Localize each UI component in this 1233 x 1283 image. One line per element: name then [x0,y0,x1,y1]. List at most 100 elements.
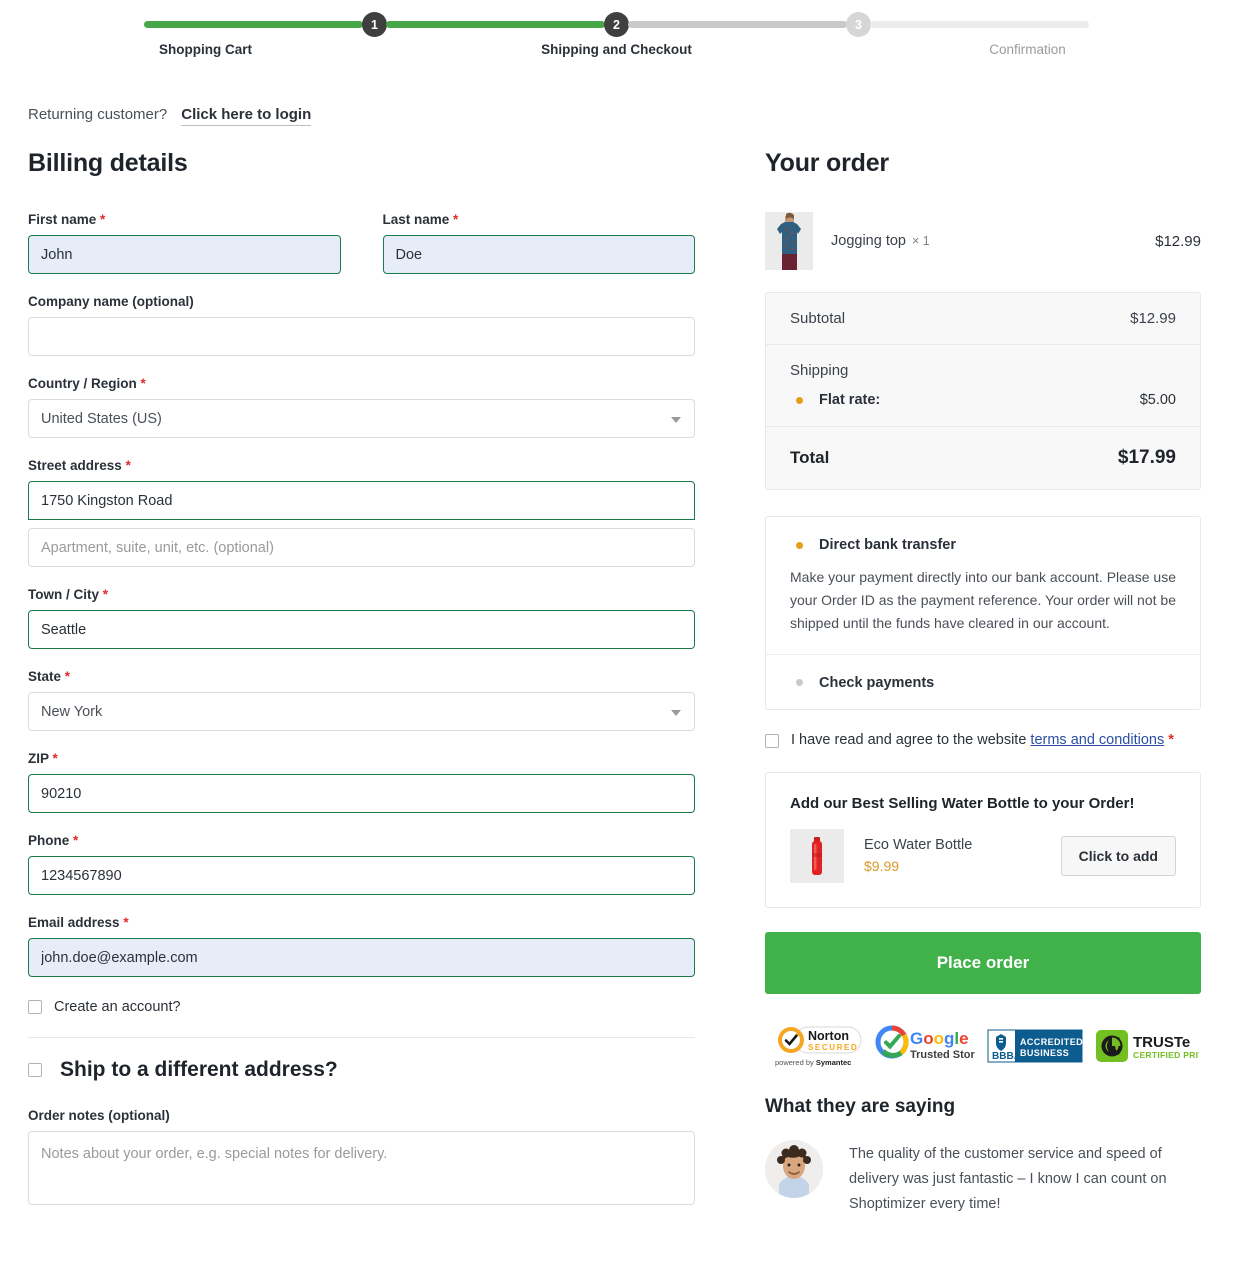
last-name-label-text: Last name [382,212,450,227]
stepper-node-1[interactable]: 1 [362,12,387,37]
svg-text:ACCREDITED: ACCREDITED [1020,1037,1083,1047]
zip-label: ZIP * [28,751,695,766]
country-select[interactable] [28,399,695,438]
required-asterisk: * [453,212,459,227]
last-name-field-group: Last name * [382,212,696,274]
terms-agreement-row[interactable]: I have read and agree to the website ter… [765,732,1201,748]
payment-method-bank-transfer[interactable]: Direct bank transfer Make your payment d… [766,517,1200,655]
required-asterisk: * [73,833,79,848]
flat-rate-label: Flat rate: [819,392,881,408]
city-input[interactable] [28,610,695,649]
required-asterisk: * [64,669,71,684]
returning-customer-bar: Returning customer? Click here to login [0,70,1233,126]
order-notes-label: Order notes (optional) [28,1108,170,1123]
stepper-label-shopping-cart: Shopping Cart [159,42,252,57]
stepper-node-2[interactable]: 2 [604,12,629,37]
total-row: Total $17.99 [766,427,1200,489]
apartment-input[interactable] [28,528,695,567]
phone-field-group: Phone * [28,833,695,895]
street-address-field-group: Street address * [28,458,695,567]
upsell-title: Add our Best Selling Water Bottle to you… [790,794,1135,812]
svg-text:powered by Symantec: powered by Symantec [775,1058,851,1067]
testimonial-block: The quality of the customer service and … [765,1139,1201,1217]
stepper-track: 1 2 3 [144,12,1089,37]
flat-rate-option[interactable]: Flat rate: $5.00 [790,392,1176,408]
bank-transfer-label: Direct bank transfer [819,537,956,553]
state-select-wrap [28,692,695,731]
first-name-field-group: First name * [28,212,341,274]
email-input[interactable] [28,938,695,977]
last-name-input[interactable] [382,235,695,274]
email-field-group: Email address * [28,915,695,977]
required-asterisk: * [100,212,106,227]
check-payments-radio-icon[interactable] [796,679,803,687]
state-field-group: State * [28,669,695,731]
country-label-text: Country / Region [28,376,137,391]
last-name-label: Last name * [383,212,696,227]
first-name-label: First name * [28,212,341,227]
form-divider [28,1037,695,1038]
stepper-label-shipping-checkout: Shipping and Checkout [541,42,692,57]
state-label: State * [28,669,695,684]
testimonial-avatar [765,1139,823,1198]
payment-methods-list: Direct bank transfer Make your payment d… [765,516,1201,710]
zip-field-group: ZIP * [28,751,695,813]
company-label: Company name (optional) [28,294,194,309]
payment-method-check-payments[interactable]: Check payments [766,655,1200,709]
country-label: Country / Region * [28,376,695,391]
street-address-label: Street address * [28,458,695,473]
order-line-item: Jogging top × 1 $12.99 [765,212,1201,270]
returning-customer-prompt: Returning customer? [28,106,168,123]
subtotal-label: Subtotal [790,310,846,327]
truste-certified-privacy-badge: TRUSTe CERTIFIED PRIVACY [1096,1029,1199,1062]
ship-different-address-label: Ship to a different address? [60,1058,338,1081]
terms-checkbox[interactable] [765,733,779,748]
bank-transfer-head[interactable]: Direct bank transfer [790,537,1176,553]
check-payments-head[interactable]: Check payments [790,675,1176,691]
create-account-label: Create an account? [54,999,181,1015]
upsell-product-info: Eco Water Bottle $9.99 [864,837,972,874]
first-name-input[interactable] [28,235,341,274]
ship-different-address-checkbox[interactable] [28,1063,42,1077]
state-label-text: State [28,669,62,684]
order-notes-textarea[interactable] [28,1131,695,1205]
jogging-top-image [765,212,813,270]
stepper-node-3[interactable]: 3 [846,12,871,37]
zip-input[interactable] [28,774,695,813]
bbb-accredited-business-badge: BBB. ACCREDITED BUSINESS [987,1029,1083,1063]
create-account-checkbox[interactable] [28,1000,42,1014]
company-input[interactable] [28,317,695,356]
bank-transfer-radio-icon[interactable] [796,541,803,549]
stepper-label-confirmation: Confirmation [989,42,1066,57]
place-order-button[interactable]: Place order [765,931,1201,994]
svg-text:Trusted Store: Trusted Store [910,1049,975,1061]
eco-water-bottle-thumbnail [790,828,844,883]
street-address-label-text: Street address [28,458,122,473]
flat-rate-radio-icon[interactable] [796,396,803,404]
stepper-bar-1a [144,21,363,28]
total-amount: $17.99 [1117,447,1176,468]
svg-text:SECURED: SECURED [808,1043,858,1052]
email-label: Email address * [28,915,695,930]
company-field-group: Company name (optional) [28,294,695,356]
order-summary-column: Your order Jogging top × 1 $12.99 Subtot… [765,123,1201,1217]
city-label-text: Town / City [28,587,99,602]
first-name-label-text: First name [28,212,97,227]
create-account-row[interactable]: Create an account? [28,999,695,1015]
svg-text:CERTIFIED PRIVACY: CERTIFIED PRIVACY [1133,1050,1199,1060]
terms-and-conditions-link[interactable]: terms and conditions [1030,732,1164,748]
google-trusted-store-badge: Google Trusted Store [875,1025,975,1061]
required-asterisk: * [125,458,131,473]
subtotal-amount: $12.99 [1130,310,1176,327]
shipping-row: Shipping Flat rate: $5.00 [766,345,1200,427]
email-label-text: Email address [28,915,120,930]
upsell-product-row: Eco Water Bottle $9.99 Click to add [790,828,1176,883]
ship-different-address-row[interactable]: Ship to a different address? [28,1058,695,1082]
state-select[interactable] [28,692,695,731]
phone-input[interactable] [28,856,695,895]
city-label: Town / City * [28,587,695,602]
street-address-input[interactable] [28,481,695,520]
click-to-add-button[interactable]: Click to add [1060,835,1176,876]
testimonial-quote: The quality of the customer service and … [849,1145,1167,1212]
stepper-bar-2b [628,21,847,28]
